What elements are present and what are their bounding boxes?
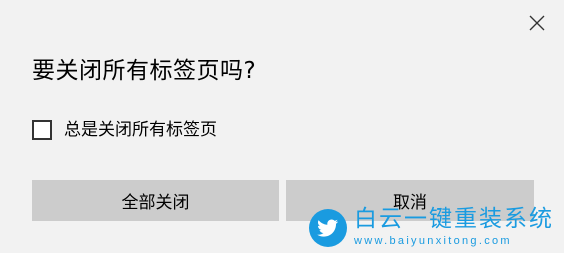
always-close-all-label: 总是关闭所有标签页	[64, 120, 217, 140]
always-close-all-option[interactable]: 总是关闭所有标签页	[32, 116, 217, 144]
cancel-button[interactable]: 取消	[286, 180, 534, 221]
close-tabs-dialog: 要关闭所有标签页吗? 总是关闭所有标签页 全部关闭 取消	[0, 0, 564, 253]
close-icon	[529, 15, 545, 31]
close-button[interactable]	[522, 8, 552, 38]
dialog-title: 要关闭所有标签页吗?	[32, 58, 257, 84]
always-close-all-checkbox[interactable]	[32, 120, 52, 140]
close-all-button[interactable]: 全部关闭	[32, 180, 279, 221]
